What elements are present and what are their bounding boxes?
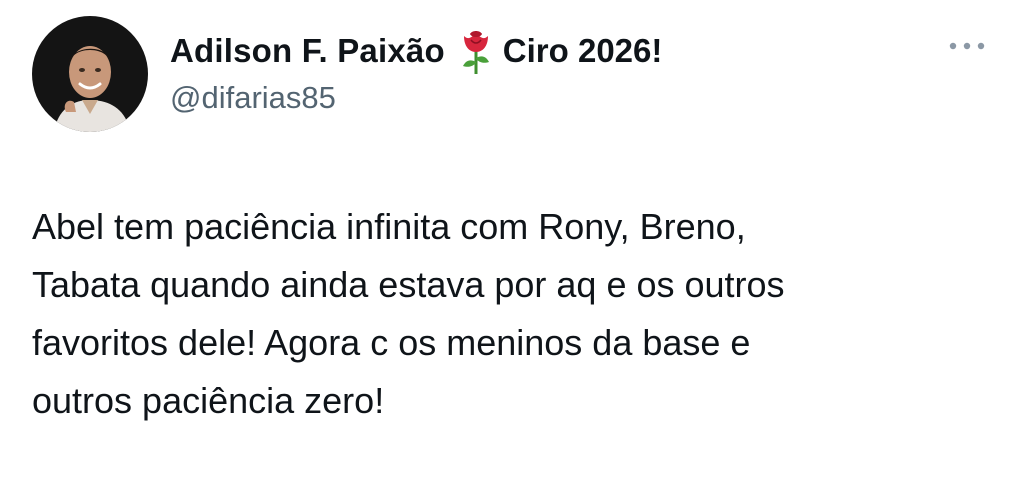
avatar-photo: [32, 16, 148, 132]
avatar[interactable]: [32, 16, 148, 132]
tweet-card: Adilson F. Paixão Ciro 2026! @difarias85…: [0, 0, 1024, 504]
rose-icon: [459, 28, 493, 74]
name-row: Adilson F. Paixão Ciro 2026!: [170, 28, 662, 74]
more-dots-icon: [949, 42, 985, 50]
tweet-text: Abel tem paciência infinita com Rony, Br…: [32, 206, 785, 421]
tweet-header: Adilson F. Paixão Ciro 2026! @difarias85: [170, 28, 662, 116]
display-name[interactable]: Adilson F. Paixão: [170, 32, 445, 70]
user-handle[interactable]: @difarias85: [170, 80, 662, 116]
more-options-button[interactable]: [942, 34, 992, 58]
display-name-suffix: Ciro 2026!: [502, 32, 663, 69]
